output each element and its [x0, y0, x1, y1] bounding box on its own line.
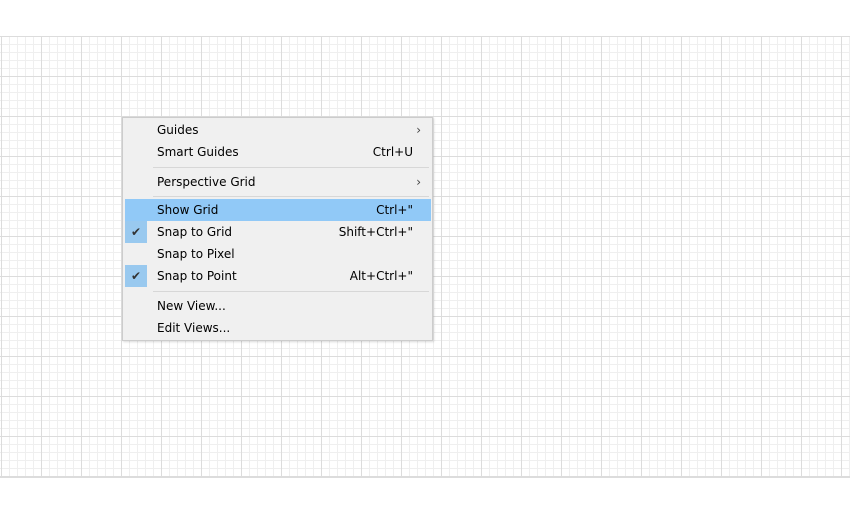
menu-item-snap-to-point[interactable]: ✔ Snap to Point Alt+Ctrl+"	[125, 265, 431, 287]
menu-item-snap-to-pixel[interactable]: Snap to Pixel	[125, 243, 431, 265]
checkmark-icon: ✔	[125, 221, 147, 243]
menu-item-label: Smart Guides	[157, 145, 239, 159]
submenu-arrow-icon: ›	[416, 123, 421, 137]
menu-item-perspective-grid[interactable]: Perspective Grid ›	[125, 171, 431, 193]
menu-item-label: Snap to Grid	[157, 225, 233, 239]
menu-item-shortcut: Ctrl+"	[376, 203, 413, 217]
menu-item-shortcut: Alt+Ctrl+"	[349, 269, 413, 283]
menu-item-new-view[interactable]: New View...	[125, 295, 431, 317]
menu-item-show-grid[interactable]: Show Grid Ctrl+"	[125, 199, 431, 221]
menu-separator	[153, 291, 429, 292]
menu-item-shortcut: Shift+Ctrl+"	[338, 225, 413, 239]
menu-separator	[153, 167, 429, 168]
menu-item-label: Snap to Pixel	[157, 247, 235, 261]
menu-item-label: Edit Views...	[157, 321, 231, 335]
menu-item-guides[interactable]: Guides ›	[125, 119, 431, 141]
menu-item-smart-guides[interactable]: Smart Guides Ctrl+U	[125, 141, 431, 163]
menu-item-label: Perspective Grid	[157, 175, 256, 189]
menu-item-label: Guides	[157, 123, 199, 137]
menu-item-label: New View...	[157, 299, 226, 313]
menu-item-edit-views[interactable]: Edit Views...	[125, 317, 431, 339]
menu-item-snap-to-grid[interactable]: ✔ Snap to Grid Shift+Ctrl+"	[125, 221, 431, 243]
menu-item-shortcut: Ctrl+U	[372, 145, 413, 159]
view-context-menu: Guides › Smart Guides Ctrl+U Perspective…	[122, 117, 433, 341]
checkmark-icon: ✔	[125, 265, 147, 287]
menu-item-label: Show Grid	[157, 203, 219, 217]
menu-item-label: Snap to Point	[157, 269, 237, 283]
submenu-arrow-icon: ›	[416, 175, 421, 189]
menu-separator	[153, 196, 429, 197]
